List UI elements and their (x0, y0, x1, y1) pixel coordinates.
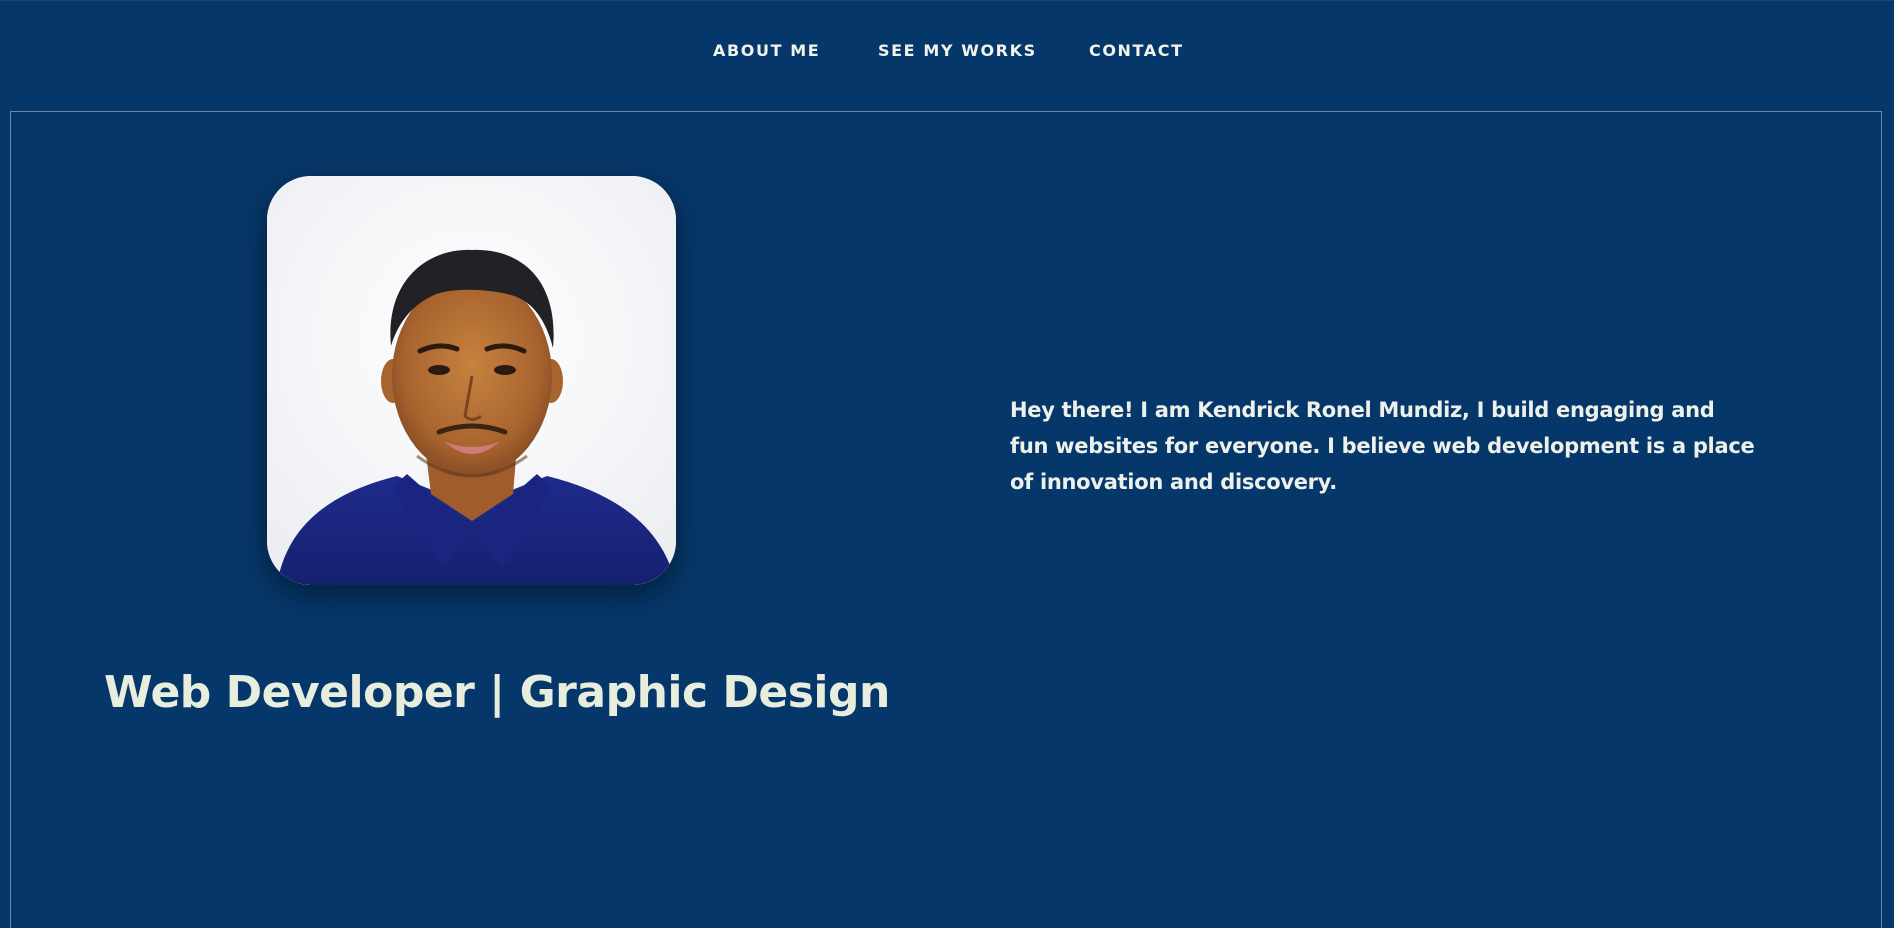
portrait-illustration (267, 176, 676, 585)
nav-contact-link[interactable]: CONTACT (1089, 41, 1184, 61)
nav-see-my-works-link[interactable]: SEE MY WORKS (878, 41, 1037, 61)
role-title: Web Developer | Graphic Design (104, 667, 890, 719)
top-nav: ABOUT ME SEE MY WORKS CONTACT (0, 0, 1894, 104)
intro-paragraph: Hey there! I am Kendrick Ronel Mundiz, I… (1010, 398, 1755, 494)
nav-about-me-link[interactable]: ABOUT ME (713, 41, 820, 61)
profile-photo (267, 176, 676, 585)
page: ABOUT ME SEE MY WORKS CONTACT Web Develo… (0, 0, 1894, 928)
